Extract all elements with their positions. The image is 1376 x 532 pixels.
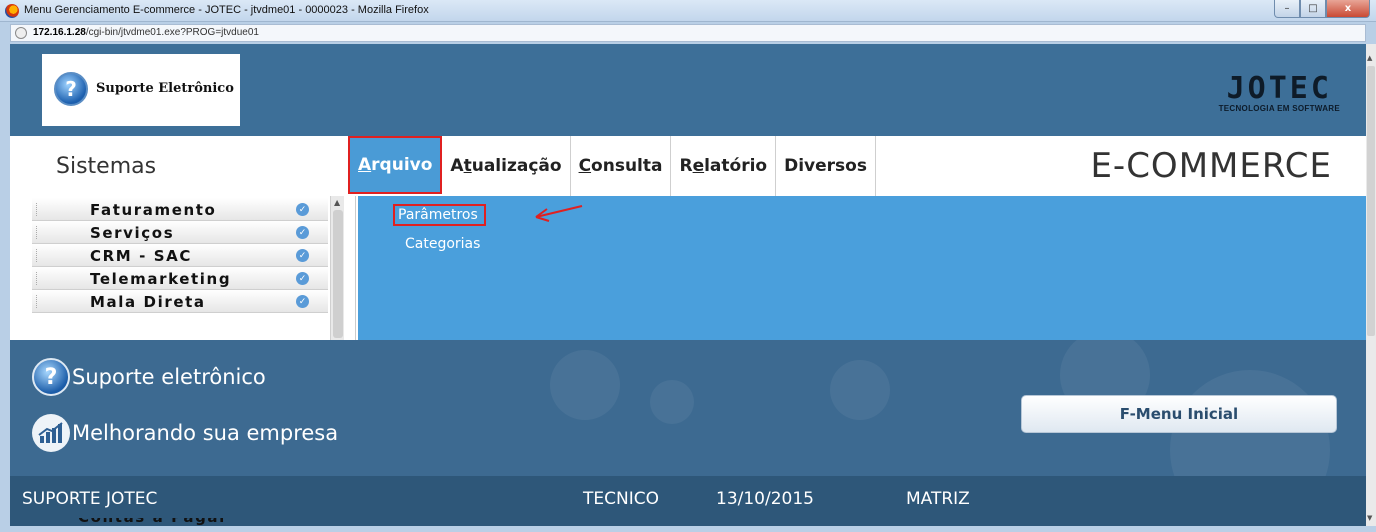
menu-arquivo-accel: A: [358, 155, 372, 175]
close-button[interactable]: x: [1326, 0, 1370, 18]
red-arrow-annotation: [535, 205, 583, 222]
minimize-button[interactable]: –: [1274, 0, 1300, 18]
menu-atualizacao-post: ualização: [471, 156, 562, 176]
list-item-mala-direta[interactable]: Mala Direta ✓: [32, 290, 328, 313]
list-item-servicos[interactable]: Serviços ✓: [32, 221, 328, 244]
decor-circle: [830, 360, 890, 420]
list-item-label: Mala Direta: [90, 293, 206, 311]
list-item-telemarketing[interactable]: Telemarketing ✓: [32, 267, 328, 290]
url-path: /cgi-bin/jtvdme01.exe?PROG=jtvdue01: [85, 27, 259, 38]
list-item-label: Telemarketing: [90, 270, 232, 288]
grip-icon: [36, 272, 39, 285]
menu-relatorio-post: latório: [704, 156, 768, 176]
list-item-label: CRM - SAC: [90, 247, 192, 265]
page-content: ? Suporte Eletrônico JOTEC TECNOLOGIA EM…: [10, 44, 1366, 526]
submenu-categorias[interactable]: Categorias: [405, 236, 480, 252]
menu-diversos-label: Diversos: [784, 156, 867, 176]
firefox-icon: [5, 4, 19, 18]
footer-banner: ? Suporte eletrônico Melhorando sua empr…: [10, 340, 1366, 476]
page-header: ? Suporte Eletrônico JOTEC TECNOLOGIA EM…: [10, 44, 1366, 136]
menu-relatorio-pre: R: [679, 156, 693, 176]
submenu-parametros[interactable]: Parâmetros: [393, 204, 486, 226]
globe-icon: [15, 27, 27, 39]
menu-consulta-accel: C: [578, 156, 592, 176]
menu-atualizacao-pre: A: [450, 156, 464, 176]
check-icon: ✓: [296, 226, 309, 239]
f-menu-inicial-button[interactable]: F-Menu Inicial: [1021, 395, 1337, 433]
check-icon: ✓: [296, 272, 309, 285]
footer-line-melhorando[interactable]: Melhorando sua empresa: [32, 414, 338, 452]
question-icon: ?: [32, 358, 70, 396]
page-scrollbar[interactable]: ▲ ▼: [1366, 44, 1376, 526]
scroll-up-icon[interactable]: ▲: [334, 198, 340, 207]
menu-relatorio[interactable]: Re latório: [671, 136, 777, 196]
list-item-crm-sac[interactable]: CRM - SAC ✓: [32, 244, 328, 267]
systems-list: Faturamento ✓ Serviços ✓ CRM - SAC ✓ Tel…: [10, 196, 356, 346]
browser-window: Menu Gerenciamento E-commerce - JOTEC - …: [0, 0, 1376, 532]
check-icon: ✓: [296, 249, 309, 262]
jotec-tagline: TECNOLOGIA EM SOFTWARE: [1218, 104, 1340, 113]
growth-chart-icon: [32, 414, 70, 452]
menu-atualizacao-accel: t: [463, 156, 472, 176]
list-item-partial: Contas a Pagar: [78, 518, 338, 526]
scroll-down-icon[interactable]: ▼: [1367, 514, 1372, 522]
submenu-panel: Parâmetros Categorias: [358, 196, 1366, 346]
page-scrollbar-thumb[interactable]: [1367, 66, 1375, 336]
module-title: E-COMMERCE: [1090, 146, 1332, 186]
url-text[interactable]: 172.16.1.28/cgi-bin/jtvdme01.exe?PROG=jt…: [33, 27, 259, 38]
grip-icon: [36, 203, 39, 216]
grip-icon: [36, 226, 39, 239]
menu-diversos[interactable]: Diversos: [776, 136, 876, 196]
main-menu: Arquivo At ualização Consulta Re latório D…: [348, 136, 876, 196]
status-branch: MATRIZ: [906, 489, 970, 509]
footer-line-suporte[interactable]: ? Suporte eletrônico: [32, 358, 266, 396]
logo-text: Suporte Eletrônico: [96, 81, 234, 96]
menu-arquivo[interactable]: Arquivo: [348, 136, 443, 194]
menu-consulta-post: onsulta: [591, 156, 663, 176]
check-icon: ✓: [296, 295, 309, 308]
menu-arquivo-post: rquivo: [371, 155, 433, 175]
grip-icon: [36, 295, 39, 308]
menu-atualizacao[interactable]: At ualização: [442, 136, 571, 196]
list-item-partial-label: Contas a Pagar: [78, 518, 228, 526]
jotec-logo: JOTEC TECNOLOGIA EM SOFTWARE: [1218, 71, 1340, 114]
list-item-label: Serviços: [90, 224, 175, 242]
list-item-faturamento[interactable]: Faturamento ✓: [32, 198, 328, 221]
check-icon: ✓: [296, 203, 309, 216]
window-controls: – □ x: [1274, 0, 1370, 18]
menu-consulta[interactable]: Consulta: [571, 136, 672, 196]
footer-melhorando-text: Melhorando sua empresa: [72, 421, 339, 445]
scrollbar-thumb[interactable]: [333, 210, 343, 338]
scroll-up-icon[interactable]: ▲: [1367, 54, 1372, 62]
suporte-eletronico-logo[interactable]: ? Suporte Eletrônico: [42, 54, 240, 126]
status-company: SUPORTE JOTEC: [22, 489, 158, 509]
systems-list-scrollbar[interactable]: ▲: [330, 196, 344, 346]
menu-relatorio-accel: e: [692, 156, 705, 176]
title-bar: Menu Gerenciamento E-commerce - JOTEC - …: [0, 0, 1376, 22]
status-user: TECNICO: [583, 489, 659, 509]
window-title: Menu Gerenciamento E-commerce - JOTEC - …: [24, 4, 429, 16]
nav-bar: Sistemas Arquivo At ualização Consulta Re…: [10, 136, 1366, 196]
sistemas-label: Sistemas: [56, 154, 157, 179]
url-host: 172.16.1.28: [33, 27, 86, 38]
decor-circle: [550, 350, 620, 420]
question-icon: ?: [54, 72, 88, 106]
decor-circle: [650, 380, 694, 424]
grip-icon: [36, 249, 39, 262]
jotec-brand: JOTEC: [1226, 71, 1332, 106]
list-item-label: Faturamento: [90, 201, 217, 219]
maximize-button[interactable]: □: [1300, 0, 1326, 18]
status-date: 13/10/2015: [716, 489, 814, 509]
address-bar[interactable]: 172.16.1.28/cgi-bin/jtvdme01.exe?PROG=jt…: [10, 24, 1366, 42]
footer-suporte-text: Suporte eletrônico: [72, 365, 266, 389]
